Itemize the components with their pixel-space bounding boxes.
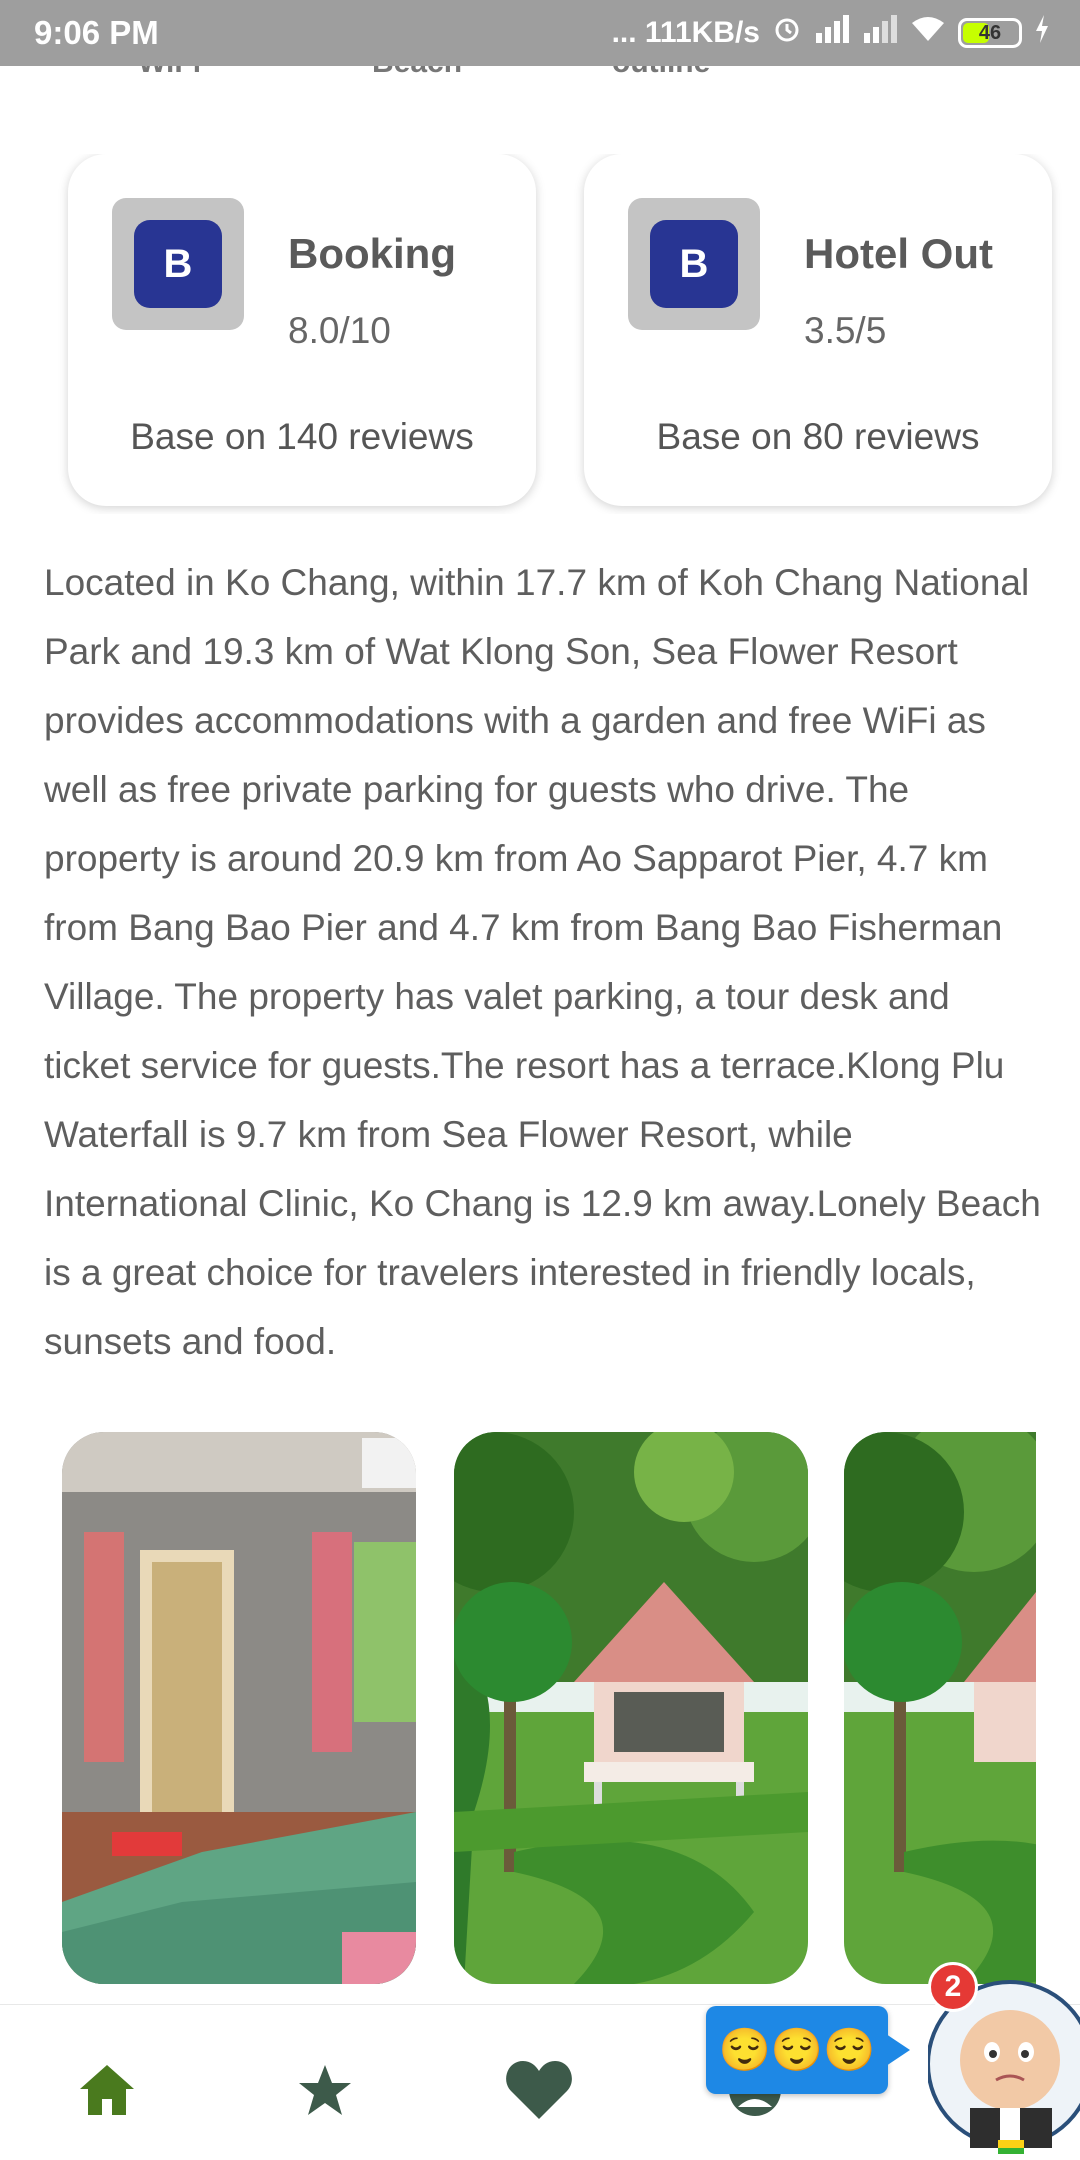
charging-icon: [1034, 15, 1050, 51]
signal-icon-2: [862, 15, 898, 51]
signal-icon: [814, 15, 850, 51]
category-beach[interactable]: Beach: [372, 66, 462, 80]
bungalow-photo-image: [454, 1432, 808, 1984]
star-icon: [299, 2065, 351, 2115]
network-speed: ... 111KB/s: [611, 16, 760, 49]
bottom-nav: [0, 2004, 1080, 2160]
booking-logo-icon: B: [134, 220, 222, 308]
rating-card-hotel-out[interactable]: B Hotel Out 3.5/5 Base on 80 reviews: [584, 154, 1052, 506]
status-time: 9:06 PM: [34, 14, 159, 51]
nav-home[interactable]: [72, 2055, 142, 2125]
bungalow-photo-2[interactable]: [844, 1432, 1036, 1984]
wifi-icon: [910, 15, 946, 51]
room-photo-image: [62, 1432, 416, 1984]
hotel-out-logo-icon: B: [650, 220, 738, 308]
alarm-icon: [772, 14, 802, 52]
rating-logo-frame: B: [112, 198, 244, 330]
rating-score: 3.5/5: [804, 310, 887, 351]
photo-gallery[interactable]: [0, 1432, 1036, 1984]
home-icon: [80, 2065, 134, 2115]
rating-source-name: Hotel Out: [804, 230, 993, 277]
heart-icon: [506, 2061, 572, 2119]
bungalow-photo-2-image: [844, 1432, 1036, 1984]
battery-icon: 46: [958, 18, 1022, 48]
rating-reviews: Base on 80 reviews: [656, 416, 980, 457]
rating-card-booking[interactable]: B Booking 8.0/10 Base on 140 reviews: [68, 154, 536, 506]
rating-score: 8.0/10: [288, 310, 391, 351]
chat-unread-badge: 2: [928, 1962, 978, 2012]
room-photo[interactable]: [62, 1432, 416, 1984]
rating-logo-frame: B: [628, 198, 760, 330]
rating-source-name: Booking: [288, 230, 456, 277]
chat-message-bubble[interactable]: 😌😌😌: [706, 2006, 910, 2094]
rating-reviews: Base on 140 reviews: [130, 416, 474, 457]
bungalow-photo[interactable]: [454, 1432, 808, 1984]
category-wifi[interactable]: WiFi: [138, 66, 201, 80]
category-strip: WiFi Beach outline: [0, 66, 1080, 86]
nav-liked[interactable]: [504, 2055, 574, 2125]
battery-level: 46: [978, 21, 1002, 44]
nav-favorites[interactable]: [290, 2055, 360, 2125]
app-root: 9:06 PM ... 111KB/s 46 W: [0, 0, 1080, 2160]
category-outline[interactable]: outline: [612, 66, 710, 80]
status-icons: ... 111KB/s 46: [612, 14, 1050, 52]
status-bar: 9:06 PM ... 111KB/s 46: [0, 0, 1080, 66]
hotel-description: Located in Ko Chang, within 17.7 km of K…: [44, 562, 1041, 1362]
rating-carousel[interactable]: B Booking 8.0/10 Base on 140 reviews B H…: [0, 154, 1080, 514]
